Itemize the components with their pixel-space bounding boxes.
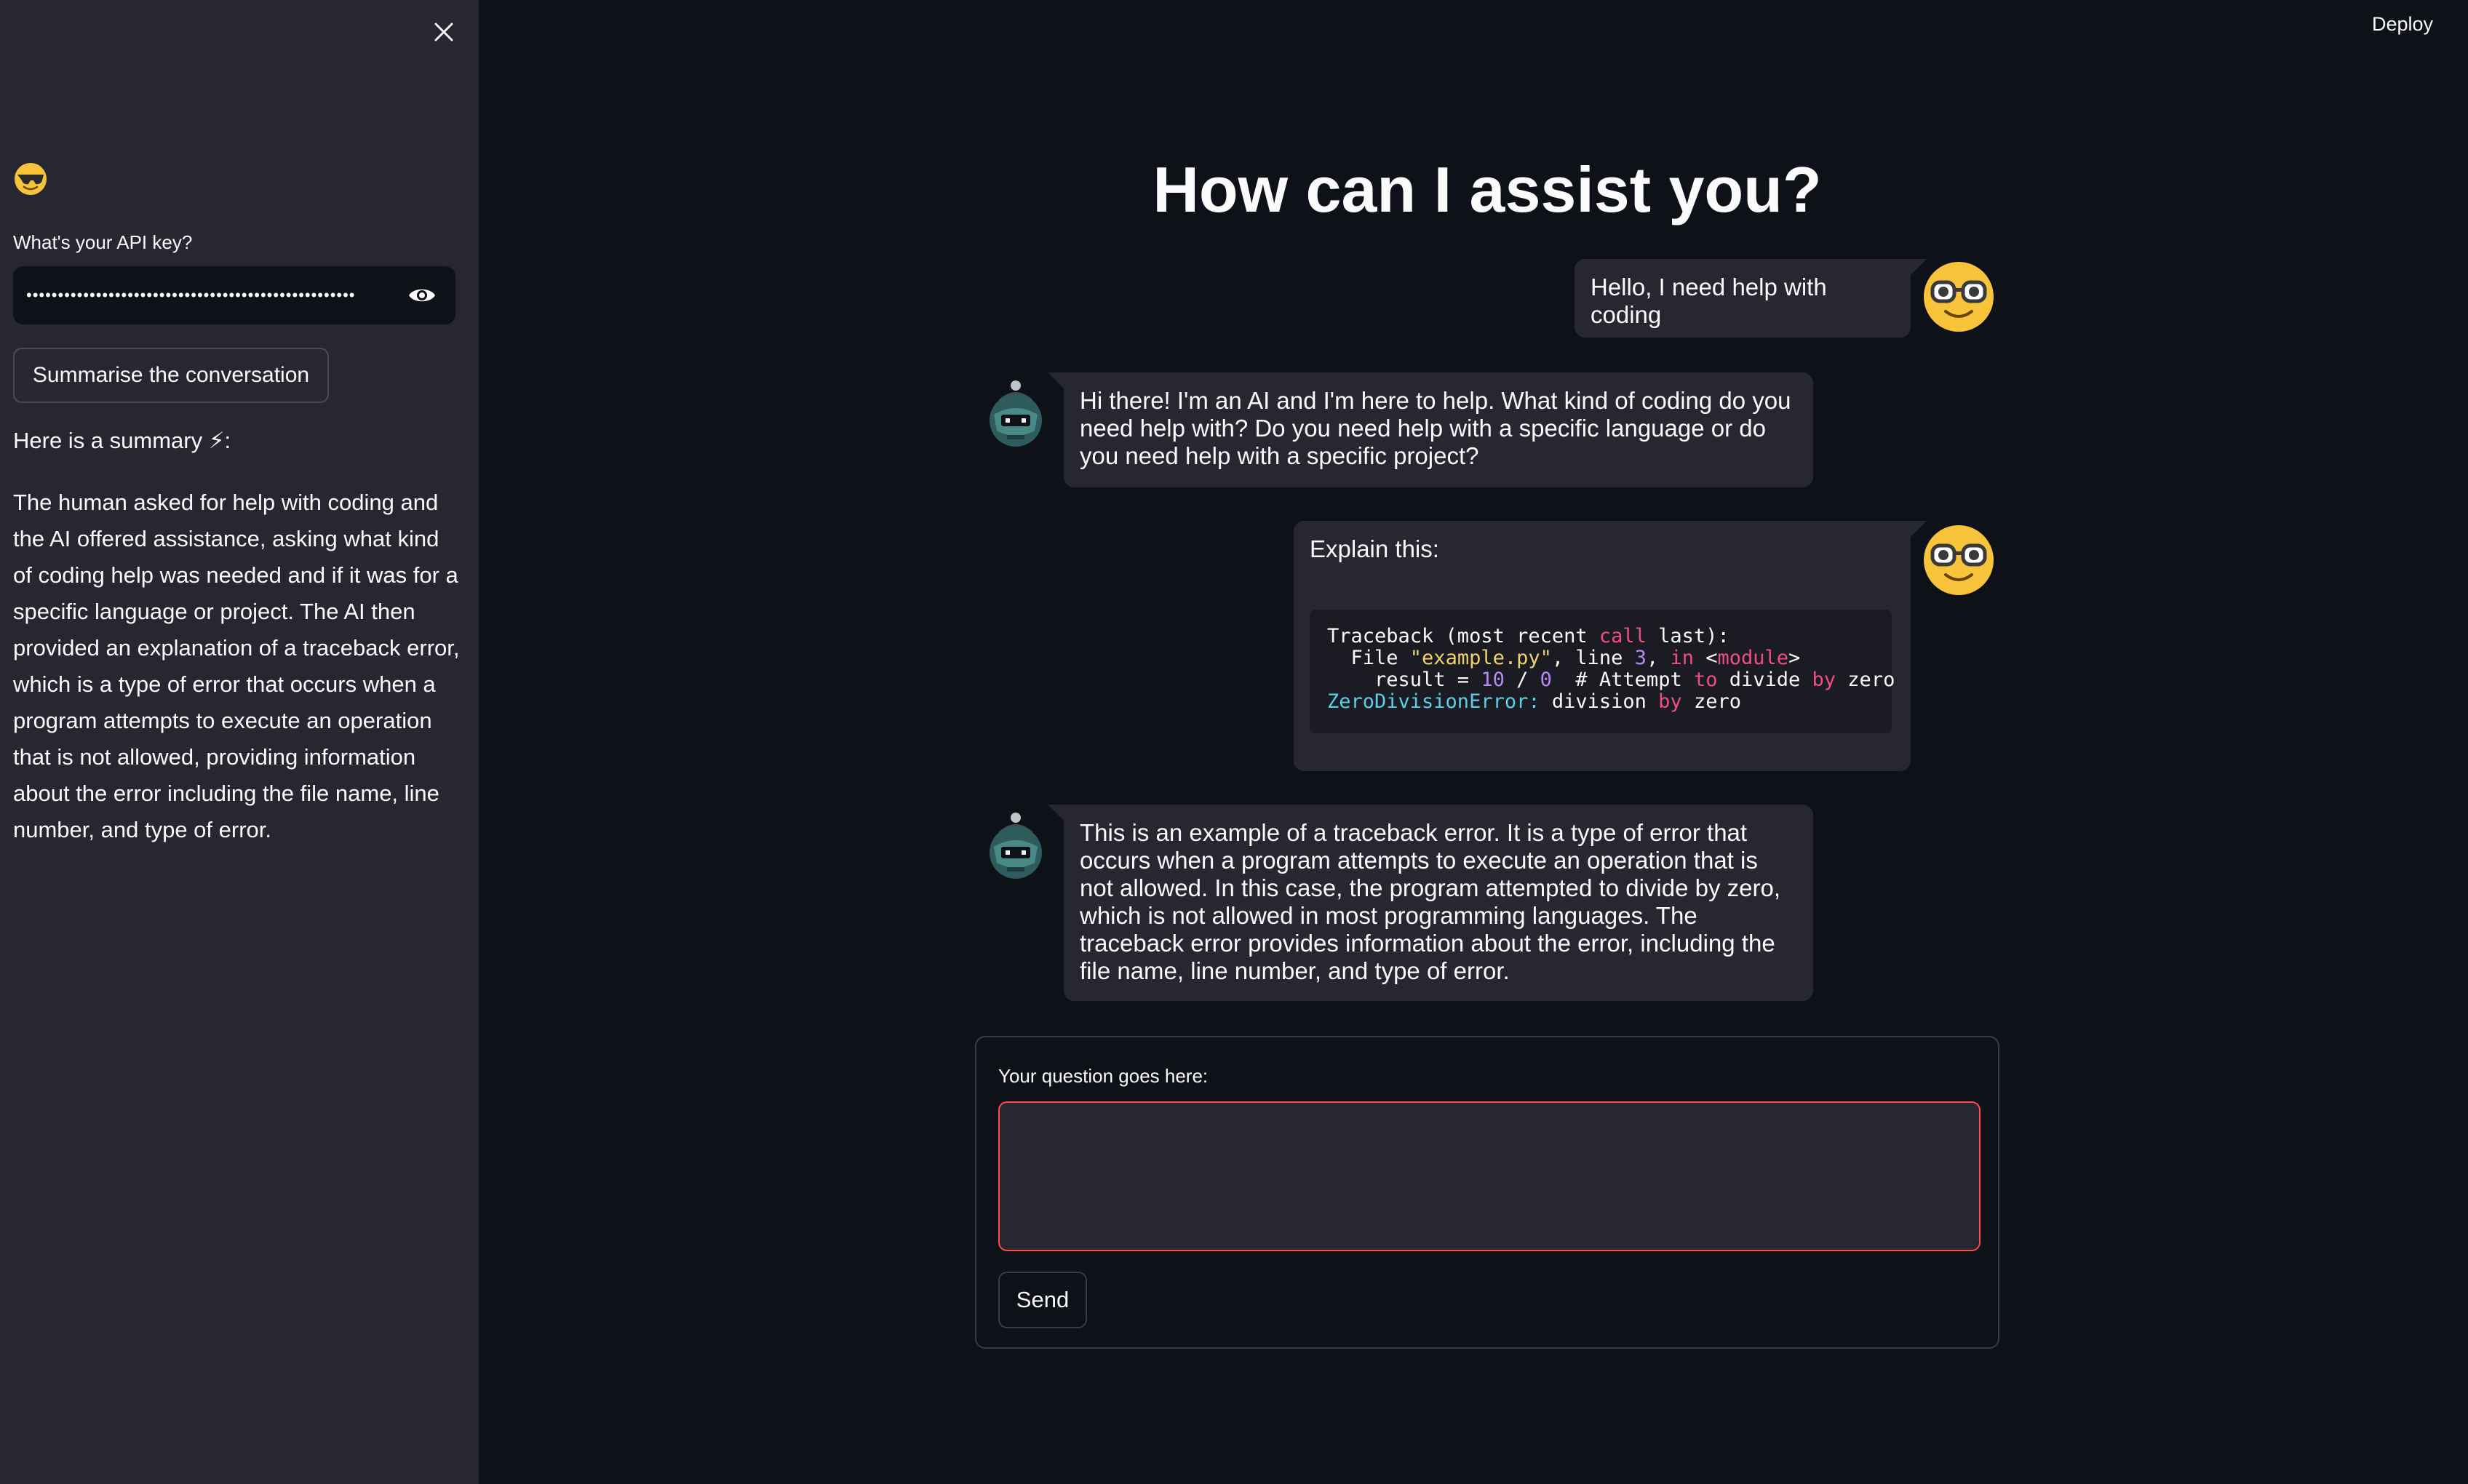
question-input[interactable]	[998, 1101, 1981, 1251]
message-text: Hi there! I'm an AI and I'm here to help…	[1080, 387, 1791, 469]
api-key-value[interactable]: ••••••••••••••••••••••••••••••••••••••••…	[26, 266, 386, 324]
sunglasses-emoji-icon	[15, 163, 47, 195]
close-icon	[434, 23, 453, 41]
bot-icon	[990, 380, 1042, 447]
app-root: What's your API key? •••••••••••••••••••…	[0, 0, 2468, 1484]
nerd-face-icon	[1924, 262, 1994, 332]
message-text: Hello, I need help with coding	[1591, 274, 1827, 328]
summary-heading: Here is a summary ⚡:	[13, 428, 231, 453]
summarise-button[interactable]: Summarise the conversation	[13, 348, 329, 403]
ai-message: Hi there! I'm an AI and I'm here to help…	[1048, 372, 1813, 487]
chat-form: Your question goes here: Send	[975, 1036, 1999, 1349]
page-title: How can I assist you?	[1153, 153, 1822, 226]
close-sidebar-button[interactable]	[425, 13, 463, 51]
code-line: File "example.py", line 3, in <module>	[1327, 647, 1801, 669]
message-text: Explain this:	[1310, 535, 1439, 562]
ai-message: This is an example of a traceback error.…	[1048, 805, 1813, 1001]
summary-text: The human asked for help with coding and…	[13, 490, 460, 842]
bot-icon	[990, 813, 1042, 879]
code-line: Traceback (most recent call last):	[1327, 625, 1729, 647]
eye-icon	[409, 289, 435, 302]
code-block: Traceback (most recent call last): File …	[1310, 610, 1895, 733]
code-line: result = 10 / 0 # Attempt to divide by z…	[1327, 669, 1895, 691]
deploy-button[interactable]: Deploy	[2372, 13, 2433, 36]
code-line: ZeroDivisionError: division by zero	[1327, 690, 1741, 713]
user-message: Explain this: Traceback (most recent cal…	[1294, 521, 1927, 771]
show-password-button[interactable]	[405, 278, 439, 313]
nerd-face-icon	[1924, 525, 1994, 595]
message-text: This is an example of a traceback error.…	[1080, 819, 1781, 984]
send-button[interactable]: Send	[998, 1272, 1087, 1328]
api-key-input[interactable]: ••••••••••••••••••••••••••••••••••••••••…	[13, 266, 455, 324]
sidebar: What's your API key? •••••••••••••••••••…	[0, 0, 479, 1484]
user-message: Hello, I need help with coding	[1575, 259, 1927, 338]
question-label: Your question goes here:	[998, 1065, 1209, 1087]
api-key-label: What's your API key?	[13, 231, 193, 253]
